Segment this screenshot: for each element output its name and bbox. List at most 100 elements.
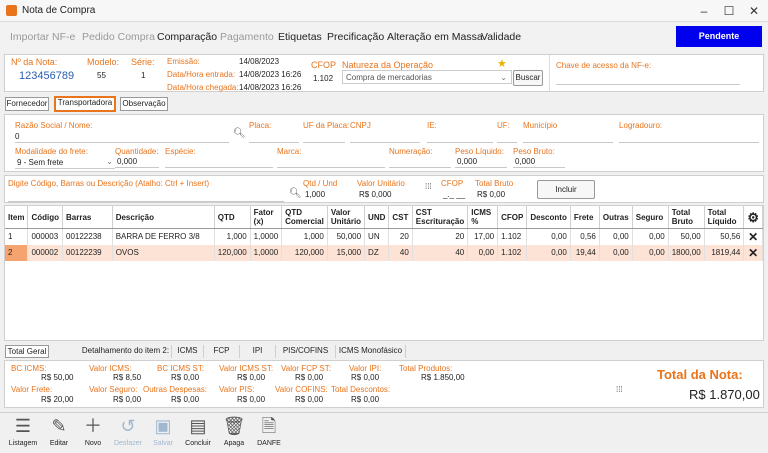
- tab-total-geral[interactable]: Total Geral: [5, 345, 49, 358]
- maximize-button[interactable]: ☐: [718, 3, 740, 19]
- col-item[interactable]: Item: [5, 206, 29, 229]
- tab-icms-monofasico[interactable]: ICMS Monofásico: [336, 345, 406, 358]
- entrada-value[interactable]: 14/08/2023 16:26: [239, 70, 301, 79]
- cell-icms: 0,00: [467, 244, 499, 261]
- nota-value[interactable]: 123456789: [19, 70, 74, 82]
- search-icon[interactable]: 🔍︎: [289, 188, 302, 199]
- menu-pagamento[interactable]: Pagamento: [220, 31, 274, 43]
- editar-button[interactable]: ✎ Editar: [44, 414, 74, 447]
- valor-seguro-label: Valor Seguro:: [89, 385, 138, 394]
- valor-cofins-label: Valor COFINS:: [275, 385, 328, 394]
- close-button[interactable]: ✕: [743, 3, 765, 19]
- chave-input[interactable]: [556, 84, 740, 85]
- novo-label: Novo: [84, 440, 102, 447]
- numeracao-input[interactable]: [389, 167, 451, 168]
- barcode-icon[interactable]: ⁞⁞⁞: [425, 182, 432, 191]
- col-cst[interactable]: CST: [388, 206, 413, 229]
- col-qtd[interactable]: QTD: [214, 206, 251, 229]
- tab-fornecedor[interactable]: Fornecedor: [5, 97, 49, 111]
- menu-etiquetas[interactable]: Etiquetas: [278, 31, 322, 43]
- col-desconto[interactable]: Desconto: [526, 206, 571, 229]
- quantidade-value[interactable]: 0,000: [117, 157, 137, 166]
- barcode-icon: ⁞⁞⁞: [616, 385, 623, 394]
- ie-input[interactable]: [427, 142, 493, 143]
- peso-bruto-value[interactable]: 0,000: [515, 157, 535, 166]
- uf-placa-input[interactable]: [303, 142, 345, 143]
- serie-value[interactable]: 1: [141, 71, 145, 80]
- danfe-button[interactable]: 🗎︎ DANFE: [254, 414, 284, 447]
- placa-label: Placa:: [249, 121, 272, 130]
- items-grid[interactable]: Item Código Barras Descrição QTD Fator (…: [4, 205, 764, 341]
- col-valor-unitario[interactable]: Valor Unitário: [327, 206, 366, 229]
- incluir-button[interactable]: Incluir: [537, 180, 595, 199]
- menu-validade[interactable]: Validade: [481, 31, 521, 43]
- menu-precificacao[interactable]: Precificação: [327, 31, 384, 43]
- tab-transportadora[interactable]: Transportadora: [54, 96, 116, 112]
- cfop-value[interactable]: 1.102: [313, 74, 333, 83]
- apaga-button[interactable]: 🗑︎ Apaga: [219, 414, 249, 447]
- col-outras[interactable]: Outras: [599, 206, 633, 229]
- gear-icon[interactable]: ⚙: [743, 206, 763, 229]
- peso-liquido-value[interactable]: 0,000: [457, 157, 477, 166]
- emissao-value[interactable]: 14/08/2023: [239, 57, 279, 66]
- logradouro-input[interactable]: [619, 142, 759, 143]
- col-cst-escrituracao[interactable]: CST Escrituração: [412, 206, 469, 229]
- marca-input[interactable]: [277, 167, 385, 168]
- desfazer-button[interactable]: ↺ Desfazer: [113, 414, 143, 447]
- menu-alteracao-massa[interactable]: Alteração em Massa: [387, 31, 483, 43]
- razao-value[interactable]: 0: [15, 132, 19, 141]
- tab-ipi[interactable]: IPI: [240, 345, 276, 358]
- col-seguro[interactable]: Seguro: [632, 206, 669, 229]
- listagem-button[interactable]: ☰ Listagem: [8, 414, 38, 447]
- col-frete[interactable]: Frete: [570, 206, 600, 229]
- qtd-value[interactable]: 1,000: [305, 190, 325, 199]
- cnpj-input[interactable]: [350, 142, 420, 143]
- product-search-input[interactable]: [8, 201, 284, 202]
- concluir-button[interactable]: ▤ Concluir: [183, 414, 213, 447]
- especie-input[interactable]: [165, 167, 273, 168]
- tab-icms[interactable]: ICMS: [172, 345, 204, 358]
- novo-button[interactable]: ＋ Novo: [78, 414, 108, 447]
- col-total-bruto[interactable]: Total Bruto: [668, 206, 705, 229]
- menu-comparacao[interactable]: Comparação: [157, 31, 217, 43]
- col-codigo[interactable]: Código: [27, 206, 63, 229]
- delete-row-icon[interactable]: ✕: [743, 228, 763, 245]
- col-und[interactable]: UND: [364, 206, 390, 229]
- cell-cst-escrituracao: 40: [412, 244, 469, 261]
- col-icms[interactable]: ICMS %: [467, 206, 499, 229]
- cell-total-bruto: 50,00: [668, 228, 705, 245]
- salvar-button[interactable]: ▣ Salvar: [148, 414, 178, 447]
- col-cfop[interactable]: CFOP: [497, 206, 528, 229]
- quantidade-label: Quantidade:: [115, 147, 159, 156]
- uf-placa-label: UF da Placa:: [303, 121, 350, 130]
- col-fator[interactable]: Fator (x): [250, 206, 283, 229]
- chegada-value[interactable]: 14/08/2023 16:26: [239, 83, 301, 92]
- buscar-button[interactable]: Buscar: [513, 70, 543, 86]
- valor-value[interactable]: R$ 0,000: [359, 190, 391, 199]
- entry-cfop-value[interactable]: _._ __: [443, 190, 465, 199]
- delete-row-icon[interactable]: ✕: [743, 244, 763, 261]
- col-qtd-comercial[interactable]: QTD Comercial: [281, 206, 328, 229]
- placa-input[interactable]: [249, 142, 299, 143]
- modalidade-select[interactable]: 9 - Sem frete ⌄: [15, 157, 115, 169]
- status-badge[interactable]: Pendente: [676, 26, 762, 47]
- search-icon[interactable]: 🔍︎: [233, 128, 246, 139]
- modelo-value[interactable]: 55: [97, 71, 106, 80]
- table-row[interactable]: 2 000002 00122239 OVOS 120,000 1,0000 12…: [5, 244, 763, 261]
- col-barras[interactable]: Barras: [62, 206, 113, 229]
- tab-observacao[interactable]: Observação: [120, 97, 168, 111]
- cell-cfop: 1.102: [497, 228, 528, 245]
- natureza-select[interactable]: Compra de mercadorias ⌄: [342, 70, 512, 84]
- table-row[interactable]: 1 000003 00122238 BARRA DE FERRO 3/8 1,0…: [5, 228, 763, 245]
- minimize-button[interactable]: –: [693, 3, 715, 19]
- menu-pedido-compra[interactable]: Pedido Compra: [82, 31, 155, 43]
- col-total-liquido[interactable]: Total Líquido: [704, 206, 745, 229]
- uf-input[interactable]: [497, 142, 517, 143]
- tab-fcp[interactable]: FCP: [204, 345, 240, 358]
- cell-codigo: 000002: [27, 244, 63, 261]
- municipio-input[interactable]: [523, 142, 613, 143]
- menu-importar-nfe[interactable]: Importar NF-e: [10, 31, 75, 43]
- col-descricao[interactable]: Descrição: [112, 206, 215, 229]
- favorite-star-icon[interactable]: ★: [497, 57, 507, 70]
- tab-pis-cofins[interactable]: PIS/COFINS: [276, 345, 336, 358]
